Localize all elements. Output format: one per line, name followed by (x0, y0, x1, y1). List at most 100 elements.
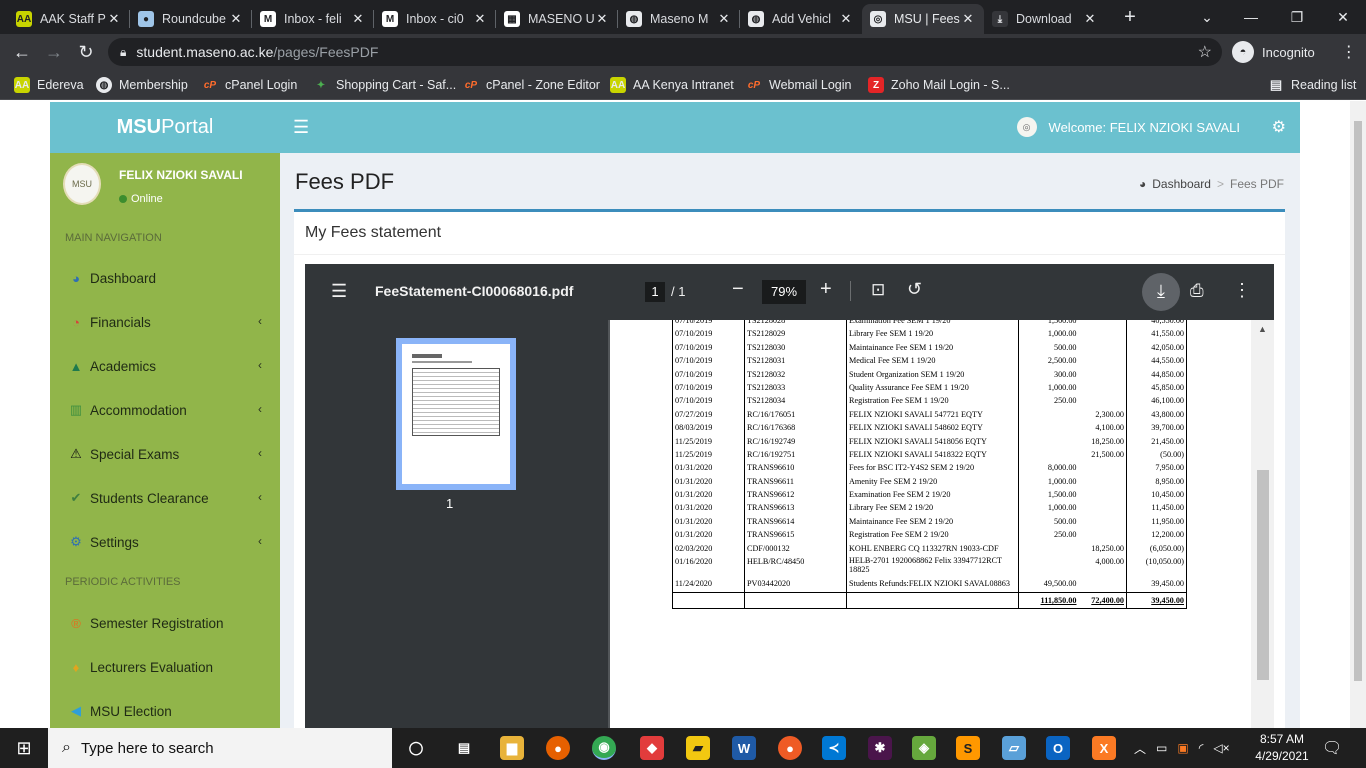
xampp-icon[interactable]: X (1092, 736, 1116, 760)
browser-tab[interactable]: ◍ Maseno M ✕ (618, 4, 740, 34)
close-tab-icon[interactable]: ✕ (1082, 11, 1098, 27)
close-tab-icon[interactable]: ✕ (594, 11, 610, 27)
zoom-out-icon[interactable]: − (732, 278, 744, 301)
task-view-icon[interactable]: ◯ (404, 736, 428, 760)
browser-tab[interactable]: AA AAK Staff P ✕ (8, 4, 130, 34)
zoom-in-icon[interactable]: + (820, 278, 832, 301)
notepad-icon[interactable]: ▱ (1002, 736, 1026, 760)
fit-page-icon[interactable]: ⊡ (871, 280, 885, 300)
close-tab-icon[interactable]: ✕ (350, 11, 366, 27)
sidebar-item-msu-election[interactable]: ◀ MSU Election (50, 691, 280, 728)
anydesk-icon[interactable]: ◆ (640, 736, 664, 760)
firefox-icon[interactable]: ● (546, 736, 570, 760)
close-tab-icon[interactable]: ✕ (228, 11, 244, 27)
pdf-scroll-thumb[interactable] (1257, 470, 1269, 680)
toolbar-divider (850, 281, 851, 301)
sidebar-item-students-clearance[interactable]: ✔ Students Clearance ‹ (50, 478, 280, 518)
table-cell: TS2128028 (744, 320, 847, 330)
bookmark-item[interactable]: AA AA Kenya Intranet (610, 76, 734, 94)
portal-logo[interactable]: MSU Portal (50, 102, 280, 153)
browser-tab[interactable]: ● Roundcube ✕ (130, 4, 252, 34)
download-icon[interactable]: ⤓ (1142, 273, 1180, 311)
print-icon[interactable]: ⎙ (1190, 281, 1204, 301)
pdf-menu-icon[interactable]: ☰ (331, 281, 347, 302)
windows-start-icon[interactable]: ⊞ (0, 728, 48, 768)
menu-kebab-icon[interactable]: ⋮ (1341, 42, 1357, 62)
postman-icon[interactable]: ● (778, 736, 802, 760)
pdf-scrollbar[interactable]: ▲ (1251, 320, 1274, 728)
browser-tab[interactable]: M Inbox - feli ✕ (252, 4, 374, 34)
reading-list-button[interactable]: ▤ Reading list (1268, 76, 1356, 94)
browser-tab[interactable]: ⤓ Download ✕ (984, 4, 1106, 34)
slack-icon[interactable]: ✱ (868, 736, 892, 760)
restore-icon[interactable]: ❐ (1274, 0, 1320, 34)
reload-icon[interactable]: ↻ (74, 40, 98, 64)
browser-tab[interactable]: ◎ MSU | Fees ✕ (862, 4, 984, 34)
close-window-icon[interactable]: ✕ (1320, 0, 1366, 34)
bookmark-item[interactable]: ✦ Shopping Cart - Saf... (313, 76, 456, 94)
sidebar-toggle-icon[interactable]: ☰ (293, 117, 309, 138)
close-tab-icon[interactable]: ✕ (960, 11, 976, 27)
user-panel: MSU FELIX NZIOKI SAVALI Online (50, 153, 280, 223)
bookmark-item[interactable]: cP Webmail Login (746, 76, 851, 94)
close-tab-icon[interactable]: ✕ (106, 11, 122, 27)
outlook-icon[interactable]: O (1046, 736, 1070, 760)
browser-tab[interactable]: M Inbox - ci0 ✕ (374, 4, 496, 34)
browser-tab[interactable]: ◍ Add Vehicl ✕ (740, 4, 862, 34)
new-tab-button[interactable]: + (1120, 6, 1140, 30)
forward-icon[interactable]: → (42, 40, 66, 64)
sidebar-item-academics[interactable]: ▲ Academics ‹ (50, 346, 280, 386)
widgets-icon[interactable]: ▤ (452, 736, 476, 760)
address-bar[interactable]: 🔒︎ student.maseno.ac.ke/pages/FeesPDF ☆ (108, 38, 1222, 66)
close-tab-icon[interactable]: ✕ (716, 11, 732, 27)
taskbar-search[interactable]: ⌕ Type here to search (48, 728, 392, 768)
sidebar-item-accommodation[interactable]: ▥ Accommodation ‹ (50, 390, 280, 430)
page-thumbnail[interactable] (396, 338, 516, 490)
bookmark-item[interactable]: AA Edereva (14, 76, 84, 94)
file-explorer-icon[interactable]: ▆ (500, 736, 524, 760)
sidebar-item-lecturers-evaluation[interactable]: ♦ Lecturers Evaluation (50, 647, 280, 687)
bookmark-item[interactable]: cP cPanel - Zone Editor (463, 76, 600, 94)
sidebar-item-special-exams[interactable]: ⚠ Special Exams ‹ (50, 434, 280, 474)
bluestacks-icon[interactable]: ◈ (912, 736, 936, 760)
minimize-icon[interactable]: — (1228, 0, 1274, 34)
rotate-icon[interactable]: ↺ (907, 279, 922, 300)
table-row: 07/10/2019 TS2128031 Medical Fee SEM 1 19/… (672, 356, 1187, 370)
sidebar-item-financials[interactable]: ◔ Financials ‹ (50, 302, 280, 342)
zoom-input[interactable]: 79% (762, 280, 806, 304)
sidebar-item-semester-registration[interactable]: ® Semester Registration (50, 603, 280, 643)
user-menu[interactable]: ◎ Welcome: FELIX NZIOKI SAVALI (1016, 117, 1240, 137)
bookmark-item[interactable]: cP cPanel Login (202, 76, 297, 94)
more-actions-icon[interactable]: ⋮ (1233, 280, 1251, 301)
vscode-icon[interactable]: ≺ (822, 736, 846, 760)
browser-tab[interactable]: ▦ MASENO U ✕ (496, 4, 618, 34)
close-tab-icon[interactable]: ✕ (472, 11, 488, 27)
volume-icon[interactable]: ◁× (1213, 741, 1229, 755)
wps-icon[interactable]: W (732, 736, 756, 760)
close-tab-icon[interactable]: ✕ (838, 11, 854, 27)
tray-xampp-icon[interactable]: ▣ (1177, 741, 1188, 755)
chrome-icon[interactable]: ◉ (592, 736, 616, 760)
page-scroll-thumb[interactable] (1354, 121, 1362, 681)
wifi-icon[interactable]: ◜ (1199, 741, 1204, 755)
notifications-icon[interactable]: 🗨︎ (1322, 728, 1342, 768)
bookmark-item[interactable]: Z Zoho Mail Login - S... (868, 76, 1010, 94)
clock[interactable]: 8:57 AM 4/29/2021 (1252, 731, 1312, 765)
settings-gear-icon[interactable]: ⚙ (1272, 117, 1286, 137)
sublime-icon[interactable]: S (956, 736, 980, 760)
sidebar-item-settings[interactable]: ⚙ Settings ‹ (50, 522, 280, 562)
page-scrollbar[interactable] (1350, 101, 1366, 728)
table-cell: TRANS96614 (744, 516, 847, 531)
page-number-input[interactable]: 1 (645, 282, 665, 302)
incognito-indicator[interactable]: ◓ Incognito ⋮ (1232, 38, 1357, 66)
tray-network-adapter-icon[interactable]: ▭ (1156, 741, 1167, 755)
tray-chevron-icon[interactable]: ︿ (1134, 740, 1146, 757)
sticky-notes-icon[interactable]: ▰ (686, 736, 710, 760)
tab-search-icon[interactable]: ⌄ (1184, 0, 1230, 34)
bookmark-item[interactable]: ◍ Membership (96, 76, 188, 94)
sidebar-item-dashboard[interactable]: ◕ Dashboard (50, 258, 280, 298)
breadcrumb-home[interactable]: Dashboard (1152, 177, 1211, 191)
scroll-up-icon[interactable]: ▲ (1258, 324, 1267, 334)
back-icon[interactable]: ← (10, 40, 34, 64)
bookmark-star-icon[interactable]: ☆ (1198, 42, 1212, 62)
